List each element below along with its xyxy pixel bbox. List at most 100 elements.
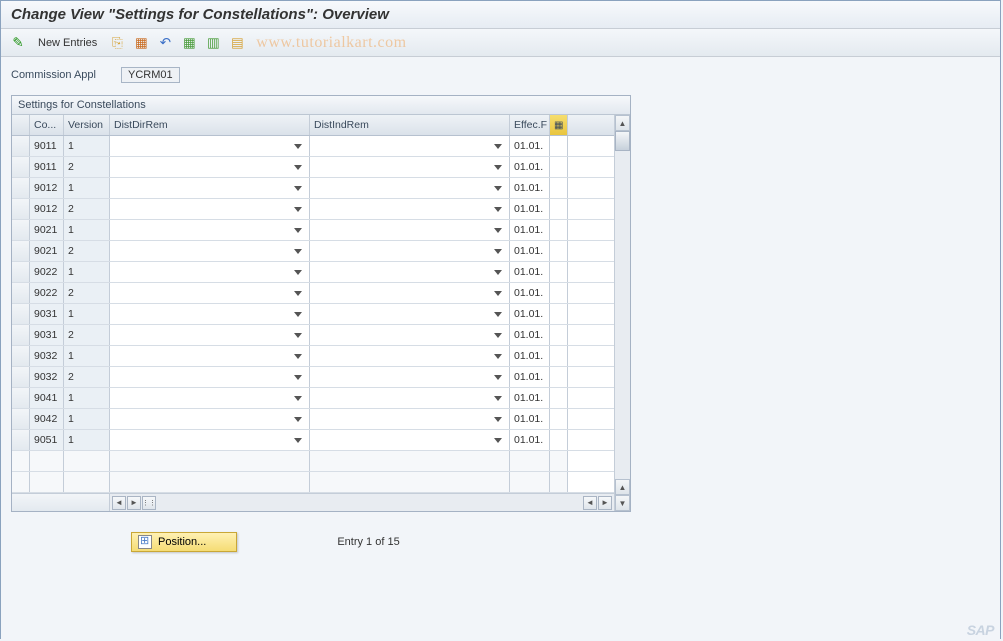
header-distindrem[interactable]: DistIndRem [310, 115, 510, 135]
cell-distindrem-dropdown[interactable] [310, 304, 510, 324]
header-version[interactable]: Version [64, 115, 110, 135]
hscroll-left2-button[interactable]: ◄ [583, 496, 597, 510]
row-selector[interactable] [12, 472, 30, 492]
select-block-button[interactable]: ▥ [202, 33, 224, 53]
cell-distdirrem-dropdown[interactable] [110, 157, 310, 177]
row-selector[interactable] [12, 136, 30, 156]
cell-distdirrem-dropdown[interactable] [110, 430, 310, 450]
cell-distindrem-dropdown[interactable] [310, 409, 510, 429]
cell-version[interactable]: 2 [64, 283, 110, 303]
hscroll-right2-button[interactable]: ► [598, 496, 612, 510]
cell-version[interactable]: 1 [64, 346, 110, 366]
hscroll-separator-button[interactable]: ⋮⋮ [142, 496, 156, 510]
cell-effec[interactable]: 01.01. [510, 367, 550, 387]
cell-distindrem-dropdown[interactable] [310, 241, 510, 261]
cell-co[interactable]: 9032 [30, 367, 64, 387]
row-selector[interactable] [12, 178, 30, 198]
hscroll-right-button[interactable]: ► [127, 496, 141, 510]
scroll-track[interactable] [615, 131, 630, 479]
row-selector[interactable] [12, 262, 30, 282]
cell-version[interactable]: 1 [64, 430, 110, 450]
cell-empty[interactable] [510, 451, 550, 471]
scroll-down-button[interactable]: ▼ [615, 495, 630, 511]
cell-version[interactable]: 1 [64, 304, 110, 324]
cell-effec[interactable]: 01.01. [510, 241, 550, 261]
copy-button[interactable]: ⎘ [106, 33, 128, 53]
cell-empty[interactable] [64, 472, 110, 492]
header-config-button[interactable]: ▦ [550, 115, 568, 135]
header-co[interactable]: Co... [30, 115, 64, 135]
cell-distdirrem-dropdown[interactable] [110, 367, 310, 387]
cell-effec[interactable]: 01.01. [510, 304, 550, 324]
cell-version[interactable]: 2 [64, 241, 110, 261]
row-selector[interactable] [12, 283, 30, 303]
cell-co[interactable]: 9012 [30, 199, 64, 219]
toggle-button[interactable]: ✎ [7, 33, 29, 53]
cell-version[interactable]: 1 [64, 262, 110, 282]
cell-distindrem-dropdown[interactable] [310, 157, 510, 177]
cell-distindrem-dropdown[interactable] [310, 346, 510, 366]
cell-version[interactable]: 2 [64, 367, 110, 387]
cell-empty[interactable] [310, 451, 510, 471]
cell-empty[interactable] [110, 451, 310, 471]
row-selector[interactable] [12, 199, 30, 219]
cell-distdirrem-dropdown[interactable] [110, 388, 310, 408]
cell-effec[interactable]: 01.01. [510, 136, 550, 156]
cell-effec[interactable]: 01.01. [510, 430, 550, 450]
cell-distindrem-dropdown[interactable] [310, 199, 510, 219]
cell-distdirrem-dropdown[interactable] [110, 283, 310, 303]
cell-effec[interactable]: 01.01. [510, 178, 550, 198]
cell-co[interactable]: 9031 [30, 325, 64, 345]
row-selector[interactable] [12, 409, 30, 429]
header-selector[interactable] [12, 115, 30, 135]
cell-version[interactable]: 2 [64, 157, 110, 177]
new-entries-button[interactable]: New Entries [31, 33, 104, 53]
cell-distdirrem-dropdown[interactable] [110, 241, 310, 261]
scroll-thumb[interactable] [615, 131, 630, 151]
cell-distdirrem-dropdown[interactable] [110, 199, 310, 219]
cell-effec[interactable]: 01.01. [510, 283, 550, 303]
row-selector[interactable] [12, 367, 30, 387]
cell-effec[interactable]: 01.01. [510, 157, 550, 177]
row-selector[interactable] [12, 241, 30, 261]
cell-effec[interactable]: 01.01. [510, 388, 550, 408]
cell-distdirrem-dropdown[interactable] [110, 325, 310, 345]
cell-co[interactable]: 9022 [30, 262, 64, 282]
cell-distindrem-dropdown[interactable] [310, 178, 510, 198]
cell-distindrem-dropdown[interactable] [310, 220, 510, 240]
row-selector[interactable] [12, 388, 30, 408]
row-selector[interactable] [12, 430, 30, 450]
undo-button[interactable]: ↶ [154, 33, 176, 53]
cell-co[interactable]: 9031 [30, 304, 64, 324]
cell-distdirrem-dropdown[interactable] [110, 178, 310, 198]
cell-distdirrem-dropdown[interactable] [110, 409, 310, 429]
cell-version[interactable]: 1 [64, 136, 110, 156]
cell-co[interactable]: 9011 [30, 136, 64, 156]
row-selector[interactable] [12, 346, 30, 366]
cell-co[interactable]: 9041 [30, 388, 64, 408]
cell-version[interactable]: 1 [64, 409, 110, 429]
delete-button[interactable]: ▦ [130, 33, 152, 53]
scroll-up-button[interactable]: ▲ [615, 115, 630, 131]
cell-distindrem-dropdown[interactable] [310, 325, 510, 345]
cell-distindrem-dropdown[interactable] [310, 262, 510, 282]
cell-empty[interactable] [510, 472, 550, 492]
hscroll-left-button[interactable]: ◄ [112, 496, 126, 510]
cell-version[interactable]: 2 [64, 325, 110, 345]
cell-distdirrem-dropdown[interactable] [110, 220, 310, 240]
row-selector[interactable] [12, 157, 30, 177]
cell-effec[interactable]: 01.01. [510, 199, 550, 219]
cell-effec[interactable]: 01.01. [510, 262, 550, 282]
deselect-button[interactable]: ▤ [226, 33, 248, 53]
row-selector[interactable] [12, 304, 30, 324]
cell-effec[interactable]: 01.01. [510, 409, 550, 429]
cell-empty[interactable] [64, 451, 110, 471]
cell-empty[interactable] [30, 472, 64, 492]
cell-co[interactable]: 9022 [30, 283, 64, 303]
position-button[interactable]: Position... [131, 532, 237, 552]
cell-co[interactable]: 9012 [30, 178, 64, 198]
cell-co[interactable]: 9032 [30, 346, 64, 366]
cell-version[interactable]: 1 [64, 220, 110, 240]
cell-co[interactable]: 9021 [30, 241, 64, 261]
cell-effec[interactable]: 01.01. [510, 346, 550, 366]
